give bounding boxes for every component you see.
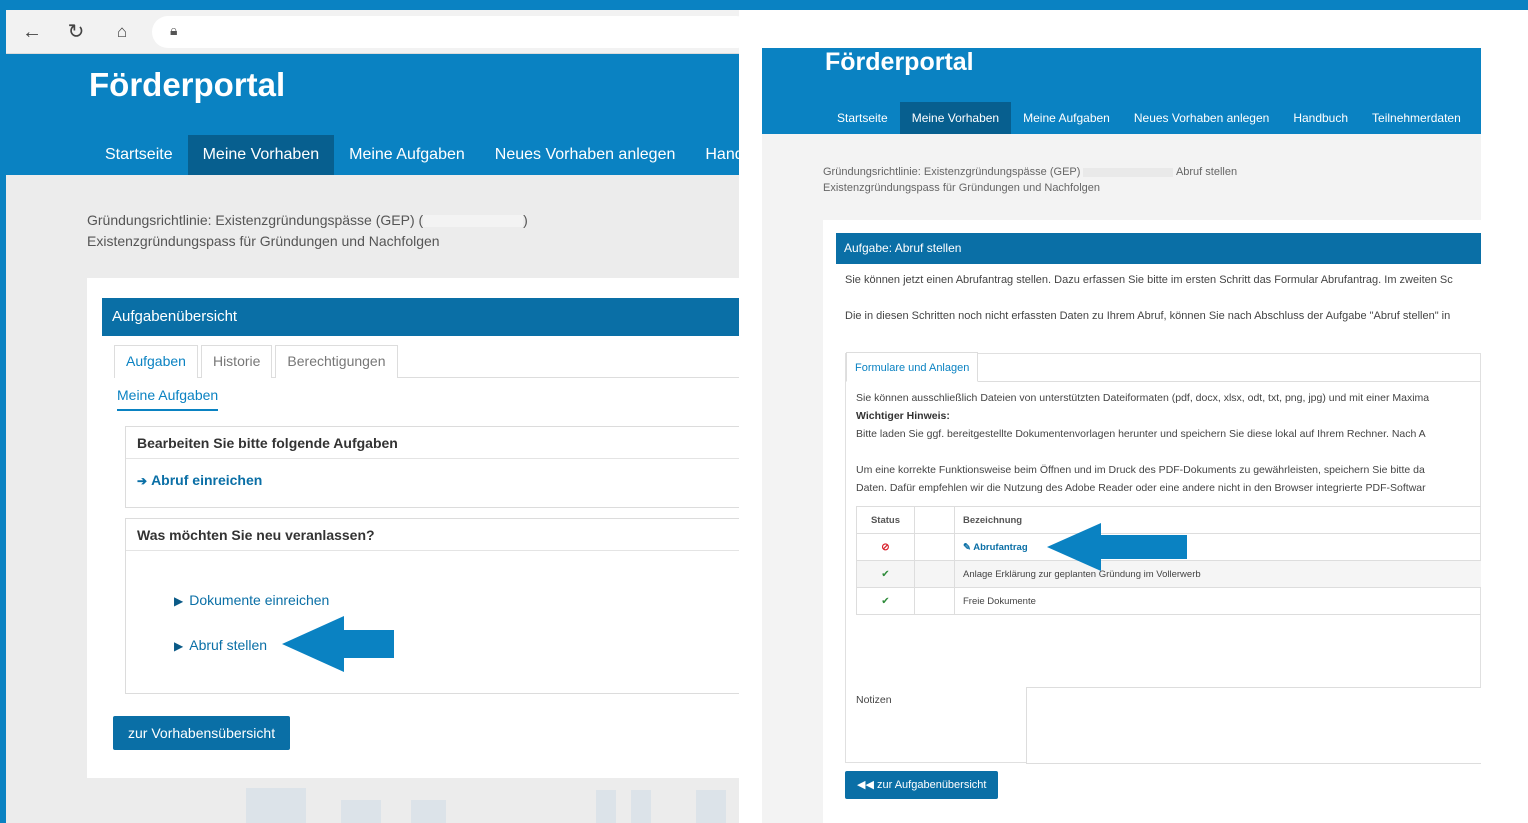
hint-label: Wichtiger Hinweis: [856,410,950,422]
new-actions-heading: Was möchten Sie neu veranlassen? [126,519,739,551]
portal-header: Förderportal Startseite Meine Vorhaben M… [762,48,1481,134]
intro-text: Die in diesen Schritten noch nicht erfas… [845,310,1451,322]
nav-neues-vorhaben[interactable]: Neues Vorhaben anlegen [480,135,691,175]
status-error-icon: ⊘ [881,541,890,553]
nav-startseite[interactable]: Startseite [90,135,188,175]
portal-title: Förderportal [89,66,286,103]
background-decoration [411,800,446,823]
nav-teilnehmerdaten[interactable]: Teilnehmerdaten [1360,102,1473,134]
nav-meine-aufgaben[interactable]: Meine Aufgaben [334,135,480,175]
portal-title: Förderportal [825,48,974,76]
frame-top-bar [0,0,1528,10]
nav-meine-aufgaben[interactable]: Meine Aufgaben [1011,102,1122,134]
column-header-bezeichnung: Bezeichnung [954,506,1481,534]
nav-neues-vorhaben[interactable]: Neues Vorhaben anlegen [1122,102,1281,134]
main-nav: Startseite Meine Vorhaben Meine Aufgaben… [825,102,1473,134]
nav-meine-vorhaben[interactable]: Meine Vorhaben [187,135,335,175]
nav-meine-vorhaben[interactable]: Meine Vorhaben [899,102,1012,134]
table-row: ✔ Freie Dokumente [856,587,1481,615]
tasks-heading: Bearbeiten Sie bitte folgende Aufgaben [126,427,739,459]
notes-label: Notizen [856,694,892,706]
status-ok-icon: ✔ [881,595,890,607]
lock-icon: 🔒︎ [170,22,178,38]
row-label[interactable]: Anlage Erklärung zur geplanten Gründung … [954,560,1481,588]
tab-historie[interactable]: Historie [200,345,273,378]
sign-in-icon: ➔ [137,474,148,488]
triangle-right-icon: ▶ [174,639,184,653]
intro-text: Sie können jetzt einen Abrufantrag stell… [845,274,1453,286]
background-decoration [631,790,651,823]
left-screenshot: ← ↻ ⌂ 🔒︎ Förderportal Startseite Meine V… [6,10,739,823]
abrufantrag-link[interactable]: ✎ Abrufantrag [963,542,1028,553]
redacted-id [1083,167,1174,177]
edit-icon: ✎ [963,541,971,553]
nav-handbuch[interactable]: Handbuch [1281,102,1360,134]
task-card: Aufgabe: Abruf stellen Sie können jetzt … [823,220,1481,823]
address-bar[interactable]: 🔒︎ [152,16,739,48]
arrow-left-icon [282,616,394,672]
info-text: Bitte laden Sie ggf. bereitgestellte Dok… [856,428,1426,440]
info-text: Daten. Dafür empfehlen wir die Nutzung d… [856,482,1426,494]
triangle-right-icon: ▶ [174,594,184,608]
abruf-einreichen-link[interactable]: ➔ Abruf einreichen [137,472,262,488]
home-icon[interactable]: ⌂ [110,20,134,44]
row-label[interactable]: Freie Dokumente [954,587,1481,615]
main-nav: Startseite Meine Vorhaben Meine Aufgaben… [90,135,739,175]
background-decoration [246,788,306,823]
background-decoration [341,800,381,823]
double-chevron-left-icon: ◀◀ [857,779,874,791]
back-arrow-icon[interactable]: ← [20,20,44,44]
nav-handbuch[interactable]: Handbu [690,135,739,175]
aufgabenuebersicht-button[interactable]: ◀◀ zur Aufgabenübersicht [845,771,999,799]
task-overview-card: Aufgabenübersicht Aufgaben Historie Bere… [87,278,739,778]
right-screenshot: Förderportal Startseite Meine Vorhaben M… [762,48,1481,823]
dokumente-einreichen-link[interactable]: ▶ Dokumente einreichen [174,592,329,608]
card-title: Aufgabenübersicht [102,298,739,336]
new-actions-box: Was möchten Sie neu veranlassen? ▶ Dokume… [125,518,739,694]
portal-header: Förderportal Startseite Meine Vorhaben M… [6,54,739,175]
info-text: Um eine korrekte Funktionsweise beim Öff… [856,464,1425,476]
status-ok-icon: ✔ [881,568,890,580]
tasks-box: Bearbeiten Sie bitte folgende Aufgaben ➔… [125,426,739,508]
background-decoration [596,790,616,823]
breadcrumb: Gründungsrichtlinie: Existenzgründungspä… [87,212,528,249]
card-title: Aufgabe: Abruf stellen [836,233,1481,264]
abruf-stellen-link[interactable]: ▶ Abruf stellen [174,637,267,653]
browser-toolbar: ← ↻ ⌂ 🔒︎ [6,10,739,54]
redacted-id [423,215,524,228]
background-decoration [696,790,726,823]
column-header-status: Status [856,506,915,534]
vorhabensuebersicht-button[interactable]: zur Vorhabensübersicht [113,716,291,750]
tab-bar: Aufgaben Historie Berechtigungen [114,345,739,378]
reload-icon[interactable]: ↻ [64,20,88,44]
tab-formulare-anlagen[interactable]: Formulare und Anlagen [846,352,979,382]
tab-aufgaben[interactable]: Aufgaben [114,345,198,378]
subtab-meine-aufgaben[interactable]: Meine Aufgaben [117,387,219,411]
info-text: Sie können ausschließlich Dateien von un… [856,392,1430,404]
tab-berechtigungen[interactable]: Berechtigungen [275,345,398,378]
nav-startseite[interactable]: Startseite [825,102,900,134]
arrow-left-icon [1047,523,1187,571]
notes-textarea[interactable] [1026,687,1481,764]
breadcrumb: Gründungsrichtlinie: Existenzgründungspä… [823,166,1238,194]
